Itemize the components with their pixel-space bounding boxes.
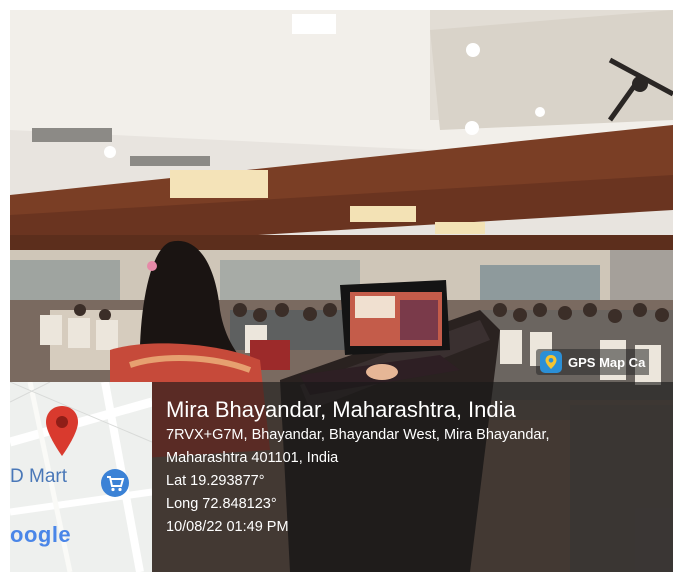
latitude: Lat 19.293877°: [166, 473, 265, 489]
map-pin-app-icon: [540, 351, 562, 373]
event-photo: GPS Map Ca D Mart oogle Mira Bhayandar, …: [10, 10, 673, 572]
place-name: Mira Bhayandar, Maharashtra, India: [166, 397, 516, 422]
longitude: Long 72.848123°: [166, 496, 277, 512]
canvas: GPS Map Ca D Mart oogle Mira Bhayandar, …: [0, 0, 673, 572]
address-line-2: Maharashtra 401101, India: [166, 450, 339, 466]
location-overlay: D Mart oogle Mira Bhayandar, Maharashtra…: [10, 382, 673, 572]
gps-app-name: GPS Map Ca: [568, 354, 646, 370]
gps-map-camera-badge: GPS Map Ca: [536, 349, 650, 375]
location-info: Mira Bhayandar, Maharashtra, India 7RVX+…: [166, 396, 671, 539]
timestamp: 10/08/22 01:49 PM: [166, 519, 289, 535]
address-line-1: 7RVX+G7M, Bhayandar, Bhayandar West, Mir…: [166, 427, 550, 443]
location-pin-icon: [46, 406, 78, 456]
map-thumbnail[interactable]: D Mart oogle: [10, 382, 152, 572]
map-store-label: D Mart: [10, 466, 67, 487]
shopping-cart-icon: [101, 469, 129, 497]
google-logo: oogle: [10, 522, 72, 547]
